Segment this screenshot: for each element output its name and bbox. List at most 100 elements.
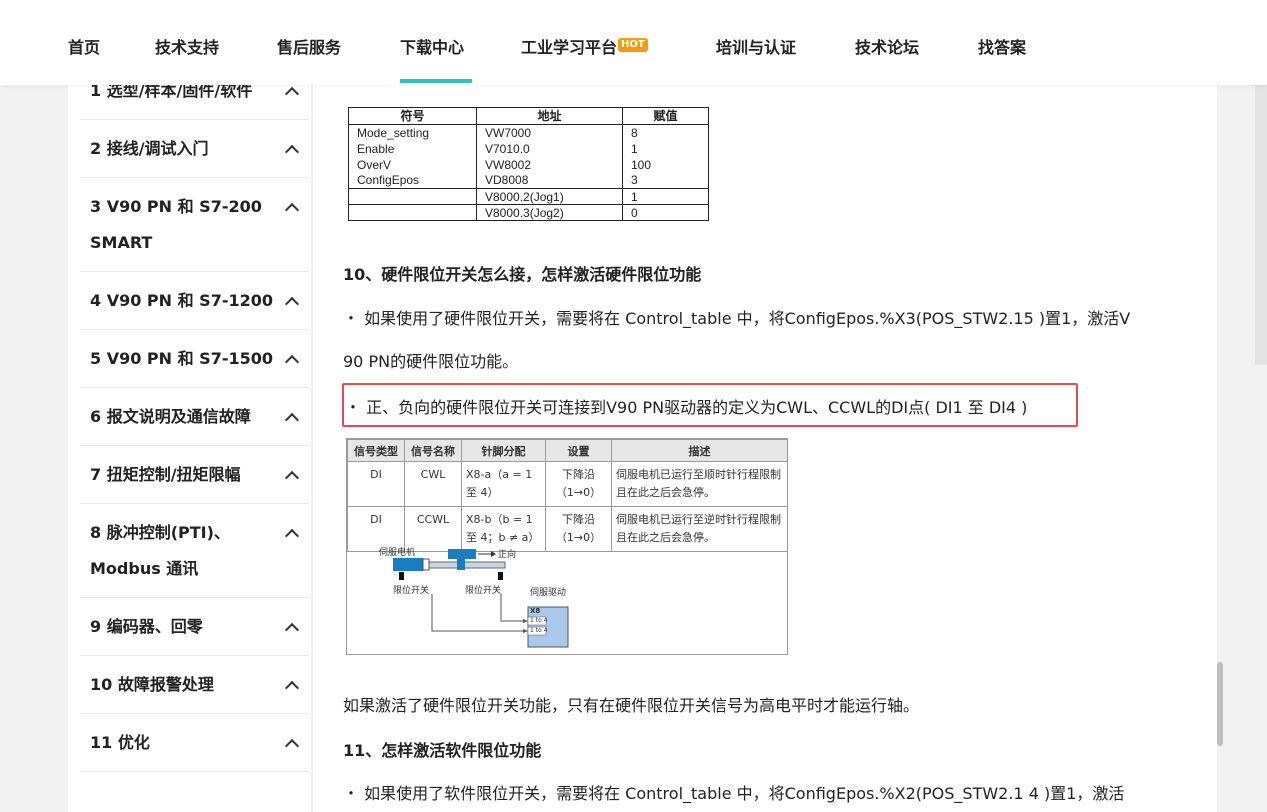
table-cell: V8000.2(Jog1) xyxy=(476,188,623,205)
paragraph: ・ 如果使用了软件限位开关，需要将在 Control_table 中，将Conf… xyxy=(343,784,1125,803)
sidebar-item-pulse-modbus[interactable]: 8 脉冲控制(PTI)、Modbus 通讯 xyxy=(80,504,309,598)
hot-badge: HOT xyxy=(618,38,648,52)
chevron-up-icon[interactable] xyxy=(284,470,300,486)
nav-learning-platform[interactable]: 工业学习平台 HOT xyxy=(521,34,648,58)
table-header: 符号 xyxy=(348,107,477,125)
sidebar-item-label: 11 优化 xyxy=(90,733,150,752)
table-cell xyxy=(348,204,477,221)
chevron-up-icon[interactable] xyxy=(284,202,300,218)
nav-after-sales[interactable]: 售后服务 xyxy=(277,34,341,58)
table-cell xyxy=(348,188,477,205)
table-cell: Mode_setting xyxy=(348,124,477,141)
chevron-up-icon[interactable] xyxy=(284,412,300,428)
table-row: OverV VW8002 100 xyxy=(348,156,709,173)
nav-download-center[interactable]: 下载中心 xyxy=(400,34,464,58)
chevron-up-icon[interactable] xyxy=(284,528,300,544)
section-heading-11: 11、怎样激活软件限位功能 xyxy=(343,741,542,760)
nav-training[interactable]: 培训与认证 xyxy=(716,34,796,58)
sidebar-item-label: 6 报文说明及通信故障 xyxy=(90,407,251,426)
sidebar-item-optimize[interactable]: 11 优化 xyxy=(80,714,309,772)
chevron-up-icon[interactable] xyxy=(284,738,300,754)
chevron-up-icon[interactable] xyxy=(284,144,300,160)
table-cell: X8-a（a = 1 至 4） xyxy=(461,461,546,507)
pin-label: 1 to 4 xyxy=(530,617,548,624)
chevron-up-icon[interactable] xyxy=(284,296,300,312)
sidebar-item-fault[interactable]: 10 故障报警处理 xyxy=(80,656,309,714)
paragraph: ・ 如果使用了硬件限位开关，需要将在 Control_table 中，将Conf… xyxy=(343,309,1131,328)
parameter-table: 符号 地址 赋值 Mode_setting VW7000 8 Enable V7… xyxy=(348,107,709,221)
chevron-up-icon[interactable] xyxy=(284,622,300,638)
sidebar-item-torque[interactable]: 7 扭矩控制/扭矩限幅 xyxy=(80,446,309,504)
sidebar-item-label: 3 V90 PN 和 S7-200 SMART xyxy=(90,197,262,252)
table-cell: VW8002 xyxy=(476,156,623,173)
paragraph: 如果激活了硬件限位开关功能，只有在硬件限位开关信号为高电平时才能运行轴。 xyxy=(343,696,920,715)
table-row: ConfigEpos VD8008 3 xyxy=(348,172,709,189)
nav-learning-platform-label: 工业学习平台 xyxy=(521,38,618,57)
chevron-up-icon[interactable] xyxy=(284,86,300,102)
table-cell: VD8008 xyxy=(476,172,623,189)
table-header: 针脚分配 xyxy=(461,439,546,462)
sidebar-item-label: 8 脉冲控制(PTI)、Modbus 通讯 xyxy=(90,523,230,578)
table-cell: 伺服电机已运行至顺时针行程限制且在此之后会急停。 xyxy=(611,461,788,507)
wiring-diagram: 伺服电机 正向 限位开关 限位开关 伺服驱动 X8 1 to 4 1 to 4 xyxy=(347,539,788,655)
table-row: DI CWL X8-a（a = 1 至 4） 下降沿 （1→0） 伺服电机已运行… xyxy=(347,461,788,507)
table-cell: ConfigEpos xyxy=(348,172,477,189)
table-row: V8000.2(Jog1) 1 xyxy=(348,188,709,205)
sidebar-item-v90-s7-1500[interactable]: 5 V90 PN 和 S7-1500 xyxy=(80,330,309,388)
table-cell: DI xyxy=(347,461,405,507)
table-header: 信号名称 xyxy=(404,439,462,462)
nav-find-answer[interactable]: 找答案 xyxy=(978,34,1026,58)
limit-switch-label: 限位开关 xyxy=(393,586,430,596)
sidebar-item-v90-s7-1200[interactable]: 4 V90 PN 和 S7-1200 xyxy=(80,272,309,330)
nav-tech-support[interactable]: 技术支持 xyxy=(155,34,219,58)
table-cell: 100 xyxy=(622,156,709,173)
paragraph: 90 PN的硬件限位功能。 xyxy=(343,352,519,371)
table-row: Mode_setting VW7000 8 xyxy=(348,124,709,141)
sidebar-item-label: 10 故障报警处理 xyxy=(90,675,214,694)
chevron-up-icon[interactable] xyxy=(284,354,300,370)
limit-switch-label: 限位开关 xyxy=(465,586,502,596)
nav-forum[interactable]: 技术论坛 xyxy=(855,34,919,58)
direction-label: 正向 xyxy=(498,550,517,560)
table-cell: 8 xyxy=(622,124,709,141)
sidebar-item-label: 7 扭矩控制/扭矩限幅 xyxy=(90,465,241,484)
table-header: 描述 xyxy=(611,439,788,462)
top-navigation: 首页 技术支持 售后服务 下载中心 工业学习平台 HOT 培训与认证 技术论坛 找… xyxy=(0,0,1267,85)
table-cell: OverV xyxy=(348,156,477,173)
highlight-box xyxy=(342,383,1078,427)
table-header: 设置 xyxy=(545,439,612,462)
connector-label: X8 xyxy=(530,607,541,615)
sidebar-item-label: 5 V90 PN 和 S7-1500 xyxy=(90,349,274,368)
pin-label: 1 to 4 xyxy=(530,627,548,634)
chevron-up-icon[interactable] xyxy=(284,680,300,696)
table-header: 信号类型 xyxy=(347,439,405,462)
sidebar-item-label: 9 编码器、回零 xyxy=(90,617,203,636)
table-header: 赋值 xyxy=(622,107,709,125)
table-cell: VW7000 xyxy=(476,124,623,141)
sidebar-item-selection[interactable]: 1 选型/样本/固件/软件 xyxy=(80,81,309,120)
sidebar-item-wiring[interactable]: 2 接线/调试入门 xyxy=(80,120,309,178)
table-cell: 1 xyxy=(622,188,709,205)
sidebar-item-label: 4 V90 PN 和 S7-1200 xyxy=(90,291,274,310)
table-cell: 下降沿 （1→0） xyxy=(545,461,612,507)
motor-label: 伺服电机 xyxy=(379,548,416,558)
sidebar-item-encoder[interactable]: 9 编码器、回零 xyxy=(80,598,309,656)
scrollbar-thumb[interactable] xyxy=(1217,662,1223,746)
table-cell: 1 xyxy=(622,140,709,157)
signal-figure: 信号类型 信号名称 针脚分配 设置 描述 DI CWL X8-a（a = 1 至… xyxy=(346,438,788,655)
sidebar-item-label: 2 接线/调试入门 xyxy=(90,139,209,158)
sidebar-item-telegram[interactable]: 6 报文说明及通信故障 xyxy=(80,388,309,446)
drive-label: 伺服驱动 xyxy=(530,588,567,598)
sidebar: 1 选型/样本/固件/软件 2 接线/调试入门 3 V90 PN 和 S7-20… xyxy=(68,81,311,812)
nav-active-indicator xyxy=(400,79,472,83)
table-header: 地址 xyxy=(476,107,623,125)
table-cell: V8000.3(Jog2) xyxy=(476,204,623,221)
table-row: Enable V7010.0 1 xyxy=(348,140,709,157)
nav-home[interactable]: 首页 xyxy=(68,34,100,58)
table-cell: 3 xyxy=(622,172,709,189)
table-cell: V7010.0 xyxy=(476,140,623,157)
table-row: V8000.3(Jog2) 0 xyxy=(348,204,709,221)
table-cell: Enable xyxy=(348,140,477,157)
table-cell: 0 xyxy=(622,204,709,221)
sidebar-item-v90-s7-200[interactable]: 3 V90 PN 和 S7-200 SMART xyxy=(80,178,309,272)
